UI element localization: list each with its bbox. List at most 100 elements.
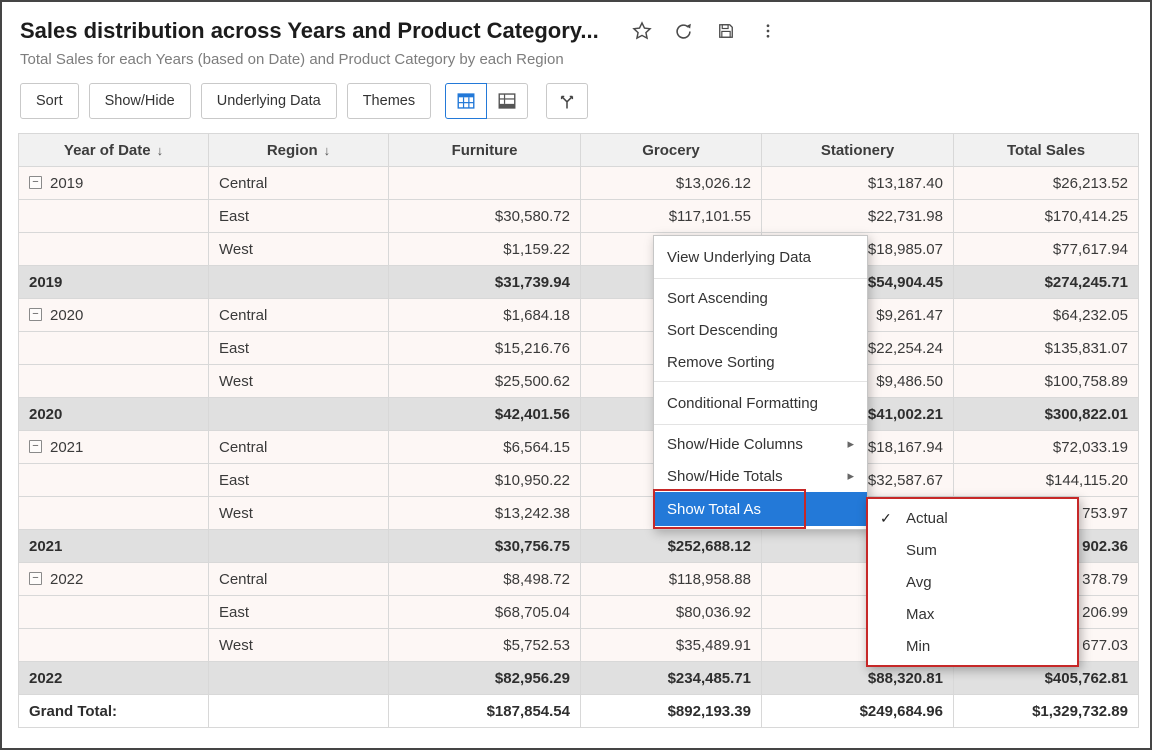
column-header-stationery[interactable]: Stationery	[762, 134, 954, 167]
menu-item-show-hide-totals[interactable]: Show/Hide Totals▸	[654, 460, 867, 492]
region-label: Central	[219, 175, 267, 192]
total-value-cell[interactable]: $170,414.25	[954, 200, 1139, 233]
furniture-value-cell[interactable]: $10,950.22	[389, 464, 581, 497]
collapse-columns-button[interactable]	[546, 83, 588, 119]
cell-value: $252,688.12	[668, 538, 751, 555]
total-value-cell[interactable]: $135,831.07	[954, 332, 1139, 365]
region-cell[interactable]: East	[209, 464, 389, 497]
furniture-value-cell[interactable]: $6,564.15	[389, 431, 581, 464]
column-header-total-sales[interactable]: Total Sales	[954, 134, 1139, 167]
submenu-item-actual[interactable]: ✓Actual	[868, 502, 1077, 534]
stationery-value-cell[interactable]: $249,684.96	[762, 695, 954, 728]
toolbar-button-underlying-data[interactable]: Underlying Data	[201, 83, 337, 119]
pivot-header-row: Year of Date↓Region↓FurnitureGroceryStat…	[19, 134, 1139, 167]
furniture-value-cell[interactable]: $8,498.72	[389, 563, 581, 596]
region-cell[interactable]: East	[209, 332, 389, 365]
column-header-grocery[interactable]: Grocery	[581, 134, 762, 167]
year-cell[interactable]: −2022	[19, 563, 209, 596]
furniture-value-cell[interactable]: $31,739.94	[389, 266, 581, 299]
save-icon[interactable]	[715, 20, 737, 42]
furniture-value-cell[interactable]: $15,216.76	[389, 332, 581, 365]
menu-item-show-hide-columns[interactable]: Show/Hide Columns▸	[654, 428, 867, 460]
grid-view-button[interactable]	[445, 83, 487, 119]
refresh-icon[interactable]	[673, 20, 695, 42]
cell-value: $42,401.56	[495, 406, 570, 423]
furniture-value-cell[interactable]: $68,705.04	[389, 596, 581, 629]
grocery-value-cell[interactable]: $13,026.12	[581, 167, 762, 200]
furniture-value-cell[interactable]: $82,956.29	[389, 662, 581, 695]
region-cell[interactable]: Central	[209, 167, 389, 200]
furniture-value-cell[interactable]: $42,401.56	[389, 398, 581, 431]
submenu-item-sum[interactable]: Sum	[868, 534, 1077, 566]
year-cell[interactable]: −2019	[19, 167, 209, 200]
furniture-value-cell[interactable]: $187,854.54	[389, 695, 581, 728]
region-cell[interactable]: West	[209, 629, 389, 662]
collapse-icon[interactable]: −	[29, 176, 42, 189]
total-value-cell[interactable]: $144,115.20	[954, 464, 1139, 497]
furniture-value-cell[interactable]: $13,242.38	[389, 497, 581, 530]
furniture-value-cell[interactable]: $1,159.22	[389, 233, 581, 266]
submenu-item-max[interactable]: Max	[868, 598, 1077, 630]
furniture-value-cell[interactable]: $5,752.53	[389, 629, 581, 662]
grocery-value-cell[interactable]: $118,958.88	[581, 563, 762, 596]
region-cell[interactable]: Central	[209, 299, 389, 332]
year-cell[interactable]: −2021	[19, 431, 209, 464]
toolbar-button-show-hide[interactable]: Show/Hide	[89, 83, 191, 119]
grocery-value-cell[interactable]: $117,101.55	[581, 200, 762, 233]
submenu-item-avg[interactable]: Avg	[868, 566, 1077, 598]
furniture-value-cell[interactable]: $30,580.72	[389, 200, 581, 233]
report-description: Total Sales for each Years (based on Dat…	[2, 44, 1150, 68]
menu-item-sort-ascending[interactable]: Sort Ascending	[654, 282, 867, 314]
year-cell	[19, 233, 209, 266]
region-cell[interactable]: West	[209, 365, 389, 398]
more-options-icon[interactable]	[757, 20, 779, 42]
region-cell[interactable]: Central	[209, 563, 389, 596]
total-value-cell[interactable]: $100,758.89	[954, 365, 1139, 398]
menu-item-sort-descending[interactable]: Sort Descending	[654, 314, 867, 346]
submenu-item-label: Max	[906, 606, 934, 623]
sort-descending-icon[interactable]: ↓	[157, 143, 164, 158]
stationery-value-cell[interactable]: $22,731.98	[762, 200, 954, 233]
toolbar-button-themes[interactable]: Themes	[347, 83, 431, 119]
menu-item-view-underlying-data[interactable]: View Underlying Data	[654, 239, 867, 275]
grocery-value-cell[interactable]: $892,193.39	[581, 695, 762, 728]
sort-descending-icon[interactable]: ↓	[324, 143, 331, 158]
total-value-cell[interactable]: $1,329,732.89	[954, 695, 1139, 728]
furniture-value-cell[interactable]: $25,500.62	[389, 365, 581, 398]
furniture-value-cell[interactable]: $30,756.75	[389, 530, 581, 563]
total-value-cell[interactable]: $300,822.01	[954, 398, 1139, 431]
collapse-icon[interactable]: −	[29, 440, 42, 453]
summary-view-button[interactable]	[486, 83, 528, 119]
grocery-value-cell[interactable]: $35,489.91	[581, 629, 762, 662]
furniture-value-cell[interactable]: $1,684.18	[389, 299, 581, 332]
region-cell[interactable]: East	[209, 596, 389, 629]
region-cell[interactable]: East	[209, 200, 389, 233]
menu-item-remove-sorting[interactable]: Remove Sorting	[654, 346, 867, 378]
grocery-value-cell[interactable]: $252,688.12	[581, 530, 762, 563]
total-value-cell[interactable]: $274,245.71	[954, 266, 1139, 299]
total-value-cell[interactable]: $72,033.19	[954, 431, 1139, 464]
year-cell[interactable]: −2020	[19, 299, 209, 332]
region-cell[interactable]: West	[209, 233, 389, 266]
column-header-region[interactable]: Region↓	[209, 134, 389, 167]
cell-value: $13,242.38	[495, 505, 570, 522]
favorite-star-icon[interactable]	[631, 20, 653, 42]
grocery-value-cell[interactable]: $234,485.71	[581, 662, 762, 695]
grocery-value-cell[interactable]: $80,036.92	[581, 596, 762, 629]
collapse-icon[interactable]: −	[29, 308, 42, 321]
region-cell[interactable]: Central	[209, 431, 389, 464]
column-header-year-of-date[interactable]: Year of Date↓	[19, 134, 209, 167]
collapse-icon[interactable]: −	[29, 572, 42, 585]
region-cell[interactable]: West	[209, 497, 389, 530]
menu-item-show-total-as[interactable]: Show Total As	[654, 492, 867, 526]
total-value-cell[interactable]: $64,232.05	[954, 299, 1139, 332]
toolbar-button-sort[interactable]: Sort	[20, 83, 79, 119]
submenu-item-min[interactable]: Min	[868, 630, 1077, 662]
total-value-cell[interactable]: $26,213.52	[954, 167, 1139, 200]
column-header-furniture[interactable]: Furniture	[389, 134, 581, 167]
menu-item-conditional-formatting[interactable]: Conditional Formatting	[654, 385, 867, 421]
total-value-cell[interactable]: $77,617.94	[954, 233, 1139, 266]
stationery-value-cell[interactable]: $13,187.40	[762, 167, 954, 200]
furniture-value-cell[interactable]	[389, 167, 581, 200]
table-row: East$15,216.76$22,254.24$135,831.07	[19, 332, 1139, 365]
